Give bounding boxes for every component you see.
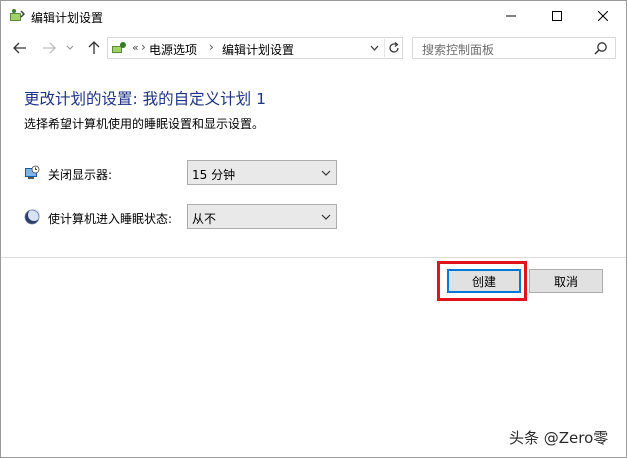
navigation-bar: « 电源选项 › › 编辑计划设置 搜索控制面板 [1,35,626,63]
moon-icon [24,209,40,225]
arrow-left-icon [13,42,26,54]
turn-off-display-value: 15 分钟 [192,168,236,182]
monitor-clock-icon [25,165,40,179]
breadcrumb-separator[interactable]: › [209,40,214,54]
arrow-right-icon [43,42,56,54]
address-dropdown-button[interactable] [366,40,382,56]
chevron-down-icon [66,45,74,50]
forward-button[interactable] [38,37,60,59]
recent-locations-button[interactable] [62,37,78,59]
page-description: 选择希望计算机使用的睡眠设置和显示设置。 [24,117,265,131]
address-overflow[interactable]: « [132,41,139,54]
chevron-down-icon [321,170,331,176]
chevron-down-icon [370,45,378,51]
sleep-setting: 使计算机进入睡眠状态: 从不 [1,204,626,230]
refresh-icon [388,42,399,53]
edit-plan-settings-window: 编辑计划设置 « 电源选项 › › 编辑计划设置 搜索控制面板 更改计划的设置:… [0,0,627,458]
divider [1,257,626,258]
create-button[interactable]: 创建 [447,269,521,293]
chevron-down-icon [321,214,331,220]
sleep-value: 从不 [192,212,217,226]
maximize-icon [552,11,562,21]
sleep-label: 使计算机进入睡眠状态: [48,212,173,226]
breadcrumb-separator[interactable]: › [141,40,146,54]
sleep-select[interactable]: 从不 [187,204,337,229]
back-button[interactable] [9,37,31,59]
search-icon[interactable] [594,41,608,55]
minimize-icon [506,15,516,17]
turn-off-display-select[interactable]: 15 分钟 [187,160,337,185]
power-options-icon [10,9,25,21]
watermark: 头条 @Zero零 [509,429,609,447]
cancel-button[interactable]: 取消 [529,269,603,293]
arrow-up-icon [88,41,100,54]
control-panel-icon [112,42,126,53]
close-button[interactable] [580,1,626,31]
maximize-button[interactable] [534,1,580,31]
turn-off-display-setting: 关闭显示器: 15 分钟 [1,160,626,186]
turn-off-display-label: 关闭显示器: [48,168,113,182]
window-title: 编辑计划设置 [31,11,104,25]
search-input[interactable]: 搜索控制面板 [422,41,494,58]
search-box[interactable]: 搜索控制面板 [412,37,616,59]
title-bar: 编辑计划设置 [1,1,626,31]
refresh-button[interactable] [384,39,402,57]
minimize-button[interactable] [488,1,534,31]
breadcrumb-edit-plan-settings[interactable]: 编辑计划设置 [222,41,294,58]
page-title: 更改计划的设置: 我的自定义计划 1 [24,90,266,108]
up-button[interactable] [83,37,105,59]
address-bar[interactable]: « 电源选项 › › 编辑计划设置 [107,37,403,59]
breadcrumb-power-options[interactable]: 电源选项 [149,41,197,58]
close-icon [598,11,608,21]
